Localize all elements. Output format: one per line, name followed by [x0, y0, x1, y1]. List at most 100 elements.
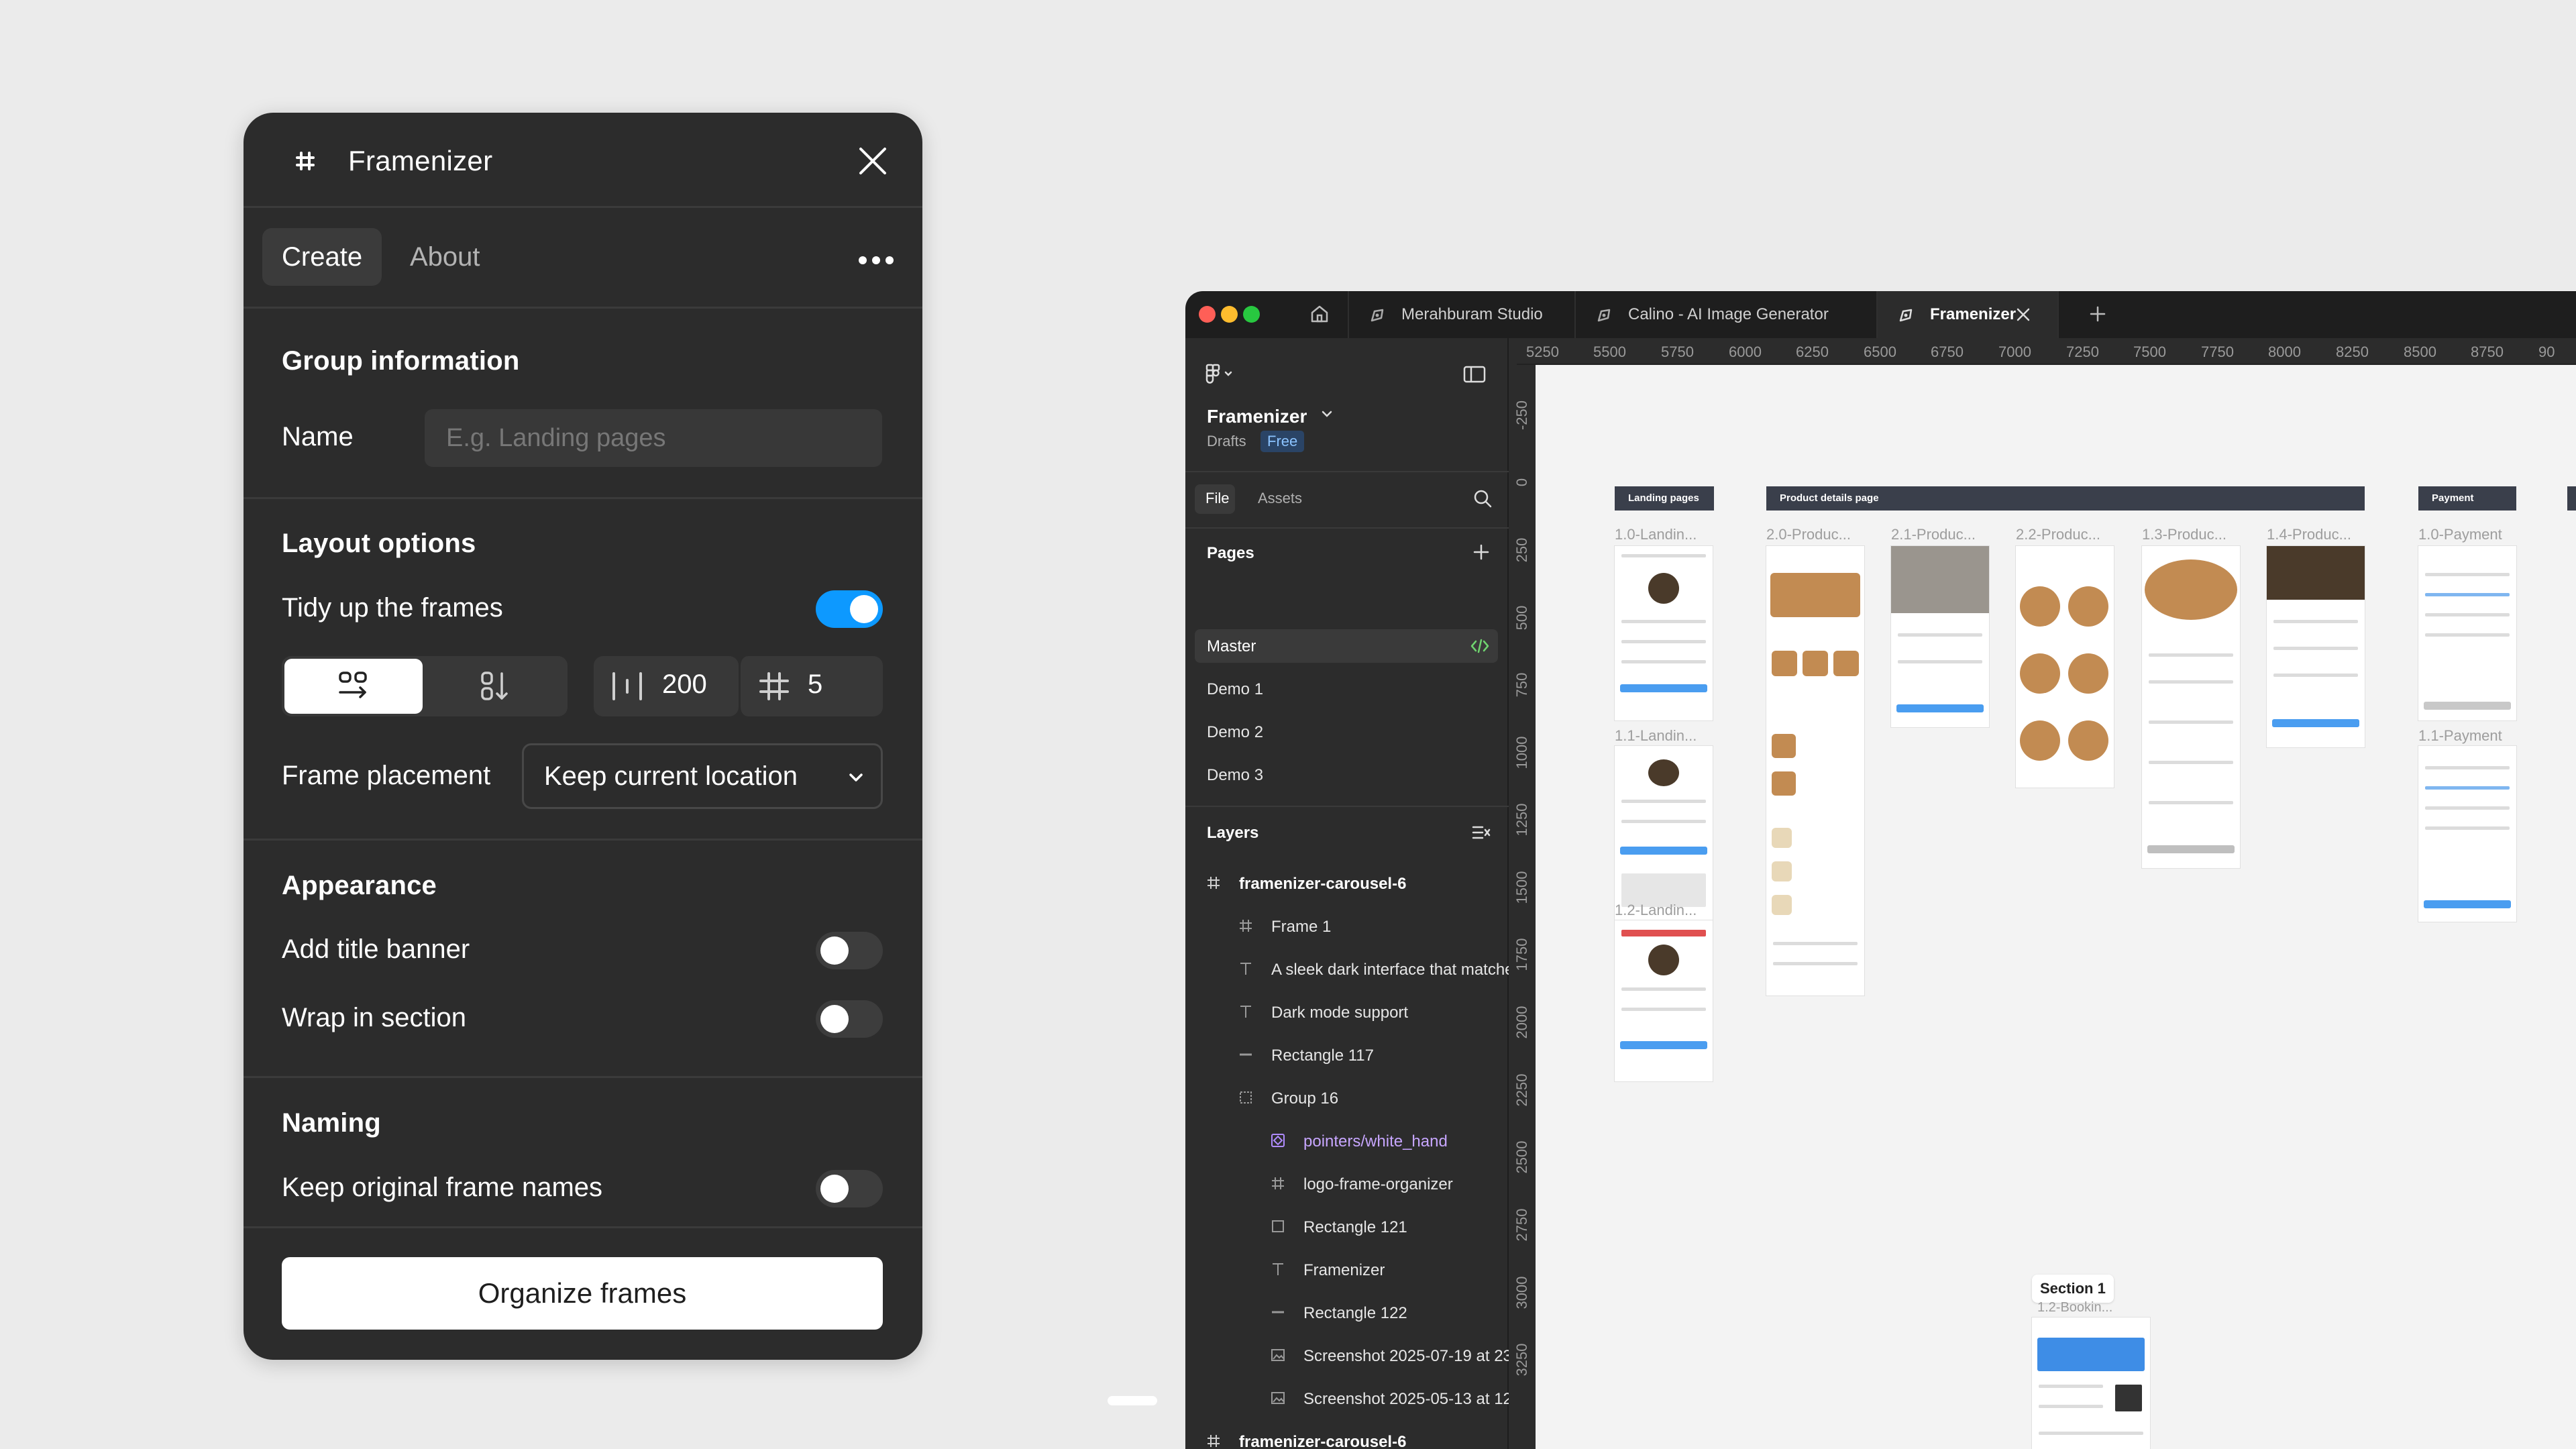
frame-image	[2020, 653, 2060, 694]
frame-product-2-1[interactable]	[1891, 546, 1989, 727]
page-item-master[interactable]: Master	[1207, 637, 1256, 656]
tidy-frames-toggle[interactable]	[816, 590, 883, 628]
frame-label[interactable]: 2.0-Produc...	[1766, 526, 1851, 543]
close-icon[interactable]	[854, 142, 892, 180]
group-banner-payment[interactable]: Payment	[2418, 486, 2516, 511]
layer-item[interactable]: Screenshot 2025-05-13 at 12	[1303, 1390, 1512, 1409]
page-item-demo-2[interactable]: Demo 2	[1207, 723, 1263, 742]
sidebar-toggle-icon[interactable]	[1463, 365, 1486, 384]
frame-product-2-2[interactable]	[2016, 546, 2114, 788]
organize-frames-button[interactable]: Organize frames	[282, 1257, 883, 1330]
layer-item[interactable]: Dark mode support	[1271, 1004, 1408, 1022]
frame-product-2-0[interactable]	[1766, 546, 1864, 996]
columns-value: 5	[808, 669, 823, 699]
design-canvas[interactable]: Landing pages Product details page Payme…	[1536, 365, 2576, 1449]
layer-item[interactable]: A sleek dark interface that matche	[1271, 961, 1514, 979]
frame-content	[2039, 1385, 2103, 1388]
window-maximize-button[interactable]	[1243, 306, 1260, 323]
more-options-icon[interactable]	[857, 254, 895, 267]
file-name[interactable]: Framenizer	[1207, 406, 1307, 427]
grid-hash-icon	[758, 671, 790, 702]
vertical-sort-button[interactable]	[427, 659, 565, 714]
horizontal-flow-button[interactable]	[284, 659, 423, 714]
frame-landing-1-0[interactable]	[1615, 546, 1713, 720]
tab-create[interactable]: Create	[262, 228, 382, 286]
page-item-demo-1[interactable]: Demo 1	[1207, 680, 1263, 699]
group-banner-partial[interactable]	[2567, 486, 2576, 511]
layer-item[interactable]: framenizer-carousel-6	[1239, 1433, 1406, 1449]
frame-content	[2425, 826, 2510, 830]
frame-product-1-4[interactable]	[2267, 546, 2365, 747]
layer-item[interactable]: Frame 1	[1271, 918, 1331, 936]
group-name-input[interactable]	[425, 409, 882, 467]
figma-menu-icon[interactable]	[1205, 364, 1235, 384]
ruler-left: -250 0 250 500 750 1000 1250 1500 1750 2…	[1509, 365, 1536, 1449]
frame-label[interactable]: 1.1-Landin...	[1615, 727, 1697, 745]
columns-field[interactable]: 5	[739, 656, 883, 716]
frame-payment-1-1[interactable]	[2418, 746, 2516, 922]
ruler-tick: 5250	[1526, 343, 1559, 360]
component-icon	[1270, 1132, 1286, 1148]
figma-file-icon	[1368, 306, 1387, 325]
browser-tab-merahburam[interactable]: Merahburam Studio	[1348, 291, 1576, 338]
tab-label: Framenizer	[1930, 305, 2017, 323]
frame-placement-select[interactable]: Keep current location	[522, 743, 883, 809]
layer-item[interactable]: Framenizer	[1303, 1261, 1385, 1280]
direction-segmented-control	[282, 656, 568, 716]
frame-label[interactable]: 1.1-Payment	[2418, 727, 2502, 745]
frame-product-1-3[interactable]	[2142, 546, 2240, 868]
layer-item[interactable]: Rectangle 121	[1303, 1218, 1407, 1237]
layer-item[interactable]: Screenshot 2025-07-19 at 23	[1303, 1347, 1512, 1366]
ruler-tick: 1750	[1513, 938, 1530, 971]
section-tag[interactable]: Section 1	[2032, 1275, 2114, 1303]
search-icon[interactable]	[1472, 488, 1493, 508]
layer-item[interactable]: framenizer-carousel-6	[1239, 875, 1406, 894]
frame-label[interactable]: 2.2-Produc...	[2016, 526, 2100, 543]
toggle-knob	[820, 936, 849, 965]
window-minimize-button[interactable]	[1221, 306, 1238, 323]
layers-options-icon[interactable]	[1471, 824, 1491, 841]
keep-names-toggle[interactable]	[816, 1170, 883, 1208]
frame-image	[1772, 861, 1792, 881]
frame-booking-1-2[interactable]	[2032, 1318, 2150, 1449]
tab-file[interactable]: File	[1205, 490, 1229, 507]
close-tab-icon[interactable]	[2015, 306, 2032, 323]
frame-label[interactable]: 1.2-Bookin...	[2037, 1300, 2112, 1316]
frame-label[interactable]: 1.4-Produc...	[2267, 526, 2351, 543]
frame-content	[2425, 633, 2510, 637]
chevron-down-icon[interactable]	[1320, 408, 1334, 420]
frame-label[interactable]: 1.0-Landin...	[1615, 526, 1697, 543]
divider	[244, 1076, 922, 1078]
browser-tab-framenizer[interactable]: Framenizer	[1878, 291, 2059, 338]
frame-landing-1-1[interactable]	[1615, 746, 1713, 920]
drag-handle[interactable]	[1108, 1396, 1157, 1405]
new-tab-icon[interactable]	[2087, 303, 2108, 325]
frame-landing-1-2[interactable]	[1615, 920, 1713, 1081]
group-banner-landing[interactable]: Landing pages	[1615, 486, 1714, 511]
layer-item[interactable]: logo-frame-organizer	[1303, 1175, 1453, 1194]
layer-item[interactable]: Rectangle 122	[1303, 1304, 1407, 1323]
add-page-icon[interactable]	[1471, 542, 1491, 562]
layer-item[interactable]: Rectangle 117	[1271, 1046, 1374, 1065]
group-banner-product-details[interactable]: Product details page	[1766, 486, 2365, 511]
frame-payment-1-0[interactable]	[2418, 546, 2516, 720]
tab-label: Merahburam Studio	[1401, 305, 1543, 323]
title-banner-toggle[interactable]	[816, 932, 883, 969]
frame-content	[1621, 640, 1706, 643]
frame-label[interactable]: 1.2-Landin...	[1615, 902, 1697, 919]
browser-tab-calino[interactable]: Calino - AI Image Generator	[1576, 291, 1878, 338]
dev-mode-icon	[1470, 637, 1490, 655]
layer-item[interactable]: Group 16	[1271, 1089, 1338, 1108]
layer-item[interactable]: pointers/white_hand	[1303, 1132, 1448, 1151]
frame-label[interactable]: 1.0-Payment	[2418, 526, 2502, 543]
window-close-button[interactable]	[1199, 306, 1216, 323]
frame-placement-label: Frame placement	[282, 761, 491, 790]
frame-label[interactable]: 1.3-Produc...	[2142, 526, 2226, 543]
tab-about[interactable]: About	[390, 228, 500, 286]
spacing-field[interactable]: 200	[594, 656, 739, 716]
wrap-section-toggle[interactable]	[816, 1000, 883, 1038]
page-item-demo-3[interactable]: Demo 3	[1207, 766, 1263, 785]
frame-label[interactable]: 2.1-Produc...	[1891, 526, 1976, 543]
tab-assets[interactable]: Assets	[1258, 490, 1302, 507]
home-icon[interactable]	[1309, 303, 1330, 325]
